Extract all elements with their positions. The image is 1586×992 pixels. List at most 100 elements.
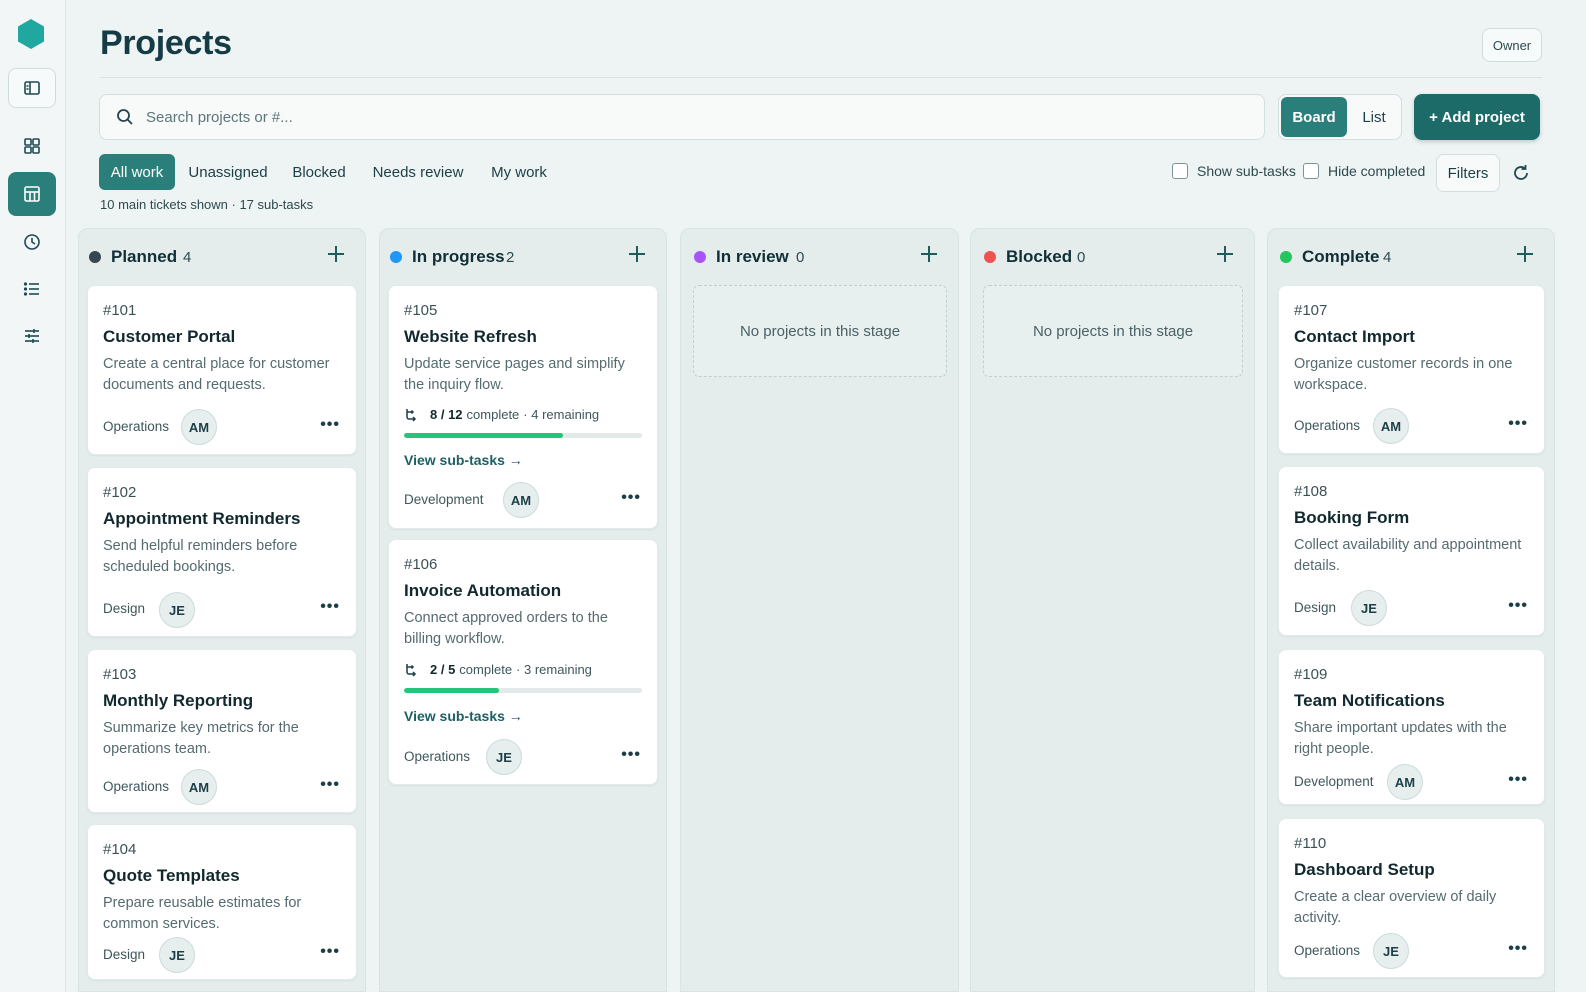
avatar: AM	[181, 769, 217, 805]
logo-icon	[18, 19, 44, 49]
card-description: Prepare reusable estimates for common se…	[103, 895, 302, 932]
sidebar-toggle-icon	[24, 81, 40, 95]
more-options-icon[interactable]: •••	[320, 598, 340, 616]
hide-completed-checkbox[interactable]: Hide completed	[1303, 163, 1425, 179]
show-subtasks-checkbox[interactable]: Show sub-tasks	[1172, 163, 1296, 179]
avatar: AM	[1373, 408, 1409, 444]
add-card-icon[interactable]	[1214, 243, 1236, 265]
search-input[interactable]	[146, 108, 1046, 126]
column-count: 4	[183, 249, 192, 266]
complete-label: complete	[459, 662, 513, 677]
card-description: Organize customer records in one workspa…	[1294, 356, 1513, 393]
sidebar-item-history[interactable]	[8, 222, 56, 262]
card-number: #104	[103, 841, 137, 858]
empty-stage-message: No projects in this stage	[693, 285, 947, 377]
card-team: Design	[1294, 600, 1337, 615]
column-complete: Complete 4 #107 Contact Import Organize …	[1267, 228, 1555, 992]
subtask-progress-text: 2 / 5 complete · 3 remaining	[404, 662, 592, 677]
sidebar-item-settings[interactable]	[8, 316, 56, 356]
view-subtasks-link[interactable]: View sub-tasks →	[404, 708, 523, 724]
card-number: #102	[103, 484, 137, 501]
view-subtasks-link[interactable]: View sub-tasks →	[404, 452, 523, 468]
tab-unassigned[interactable]: Unassigned	[183, 154, 273, 190]
subtask-icon	[406, 663, 417, 677]
avatar: AM	[1387, 764, 1423, 800]
card-description: Connect approved orders to the billing w…	[404, 610, 608, 647]
project-card[interactable]: #106 Invoice Automation Connect approved…	[388, 539, 658, 785]
sidebar-item-dashboard[interactable]	[8, 126, 56, 166]
header-divider	[100, 77, 1542, 78]
checkbox-box[interactable]	[1303, 163, 1319, 179]
column-header: Complete 4	[1268, 245, 1554, 269]
add-card-icon[interactable]	[918, 243, 940, 265]
board-view-button[interactable]: Board	[1281, 97, 1347, 137]
project-card[interactable]: #105 Website Refresh Update service page…	[388, 285, 658, 529]
column-header: In review 0	[681, 245, 958, 269]
card-team: Development	[1294, 774, 1374, 789]
more-options-icon[interactable]: •••	[1508, 597, 1528, 615]
avatar: AM	[503, 482, 539, 518]
tab-needs-review[interactable]: Needs review	[366, 154, 470, 190]
card-number: #110	[1294, 835, 1327, 852]
more-options-icon[interactable]: •••	[320, 943, 340, 961]
project-card[interactable]: #110 Dashboard Setup Create a clear over…	[1278, 818, 1545, 978]
more-options-icon[interactable]: •••	[320, 776, 340, 794]
status-dot	[694, 251, 706, 263]
add-project-button[interactable]: + Add project	[1414, 94, 1540, 140]
project-card[interactable]: #109 Team Notifications Share important …	[1278, 649, 1545, 805]
project-card[interactable]: #104 Quote Templates Prepare reusable es…	[87, 824, 357, 980]
column-in-progress: In progress 2 #105 Website Refresh Updat…	[379, 228, 667, 992]
column-title: In review	[716, 247, 789, 266]
card-title: Contact Import	[1294, 327, 1415, 346]
more-options-icon[interactable]: •••	[1508, 940, 1528, 958]
filters-button[interactable]: Filters	[1436, 154, 1500, 192]
owner-button[interactable]: Owner	[1482, 28, 1542, 62]
tab-my-work[interactable]: My work	[482, 154, 556, 190]
checkbox-box[interactable]	[1172, 163, 1188, 179]
clock-icon	[24, 234, 40, 250]
more-options-icon[interactable]: •••	[320, 416, 340, 434]
refresh-icon[interactable]	[1510, 162, 1532, 184]
project-card[interactable]: #101 Customer Portal Create a central pl…	[87, 285, 357, 455]
column-count: 2	[506, 249, 515, 266]
more-options-icon[interactable]: •••	[1508, 771, 1528, 789]
card-title: Invoice Automation	[404, 581, 562, 600]
card-team: Design	[103, 601, 146, 616]
tab-blocked[interactable]: Blocked	[284, 154, 354, 190]
empty-stage-message: No projects in this stage	[983, 285, 1243, 377]
card-number: #109	[1294, 666, 1328, 683]
card-description: Create a clear overview of daily activit…	[1294, 889, 1497, 926]
list-icon	[23, 282, 39, 296]
list-view-button[interactable]: List	[1349, 97, 1399, 137]
sidebar-item-projects[interactable]	[8, 172, 56, 216]
project-card[interactable]: #108 Booking Form Collect availability a…	[1278, 466, 1545, 636]
card-title: Monthly Reporting	[103, 691, 254, 710]
project-card[interactable]: #103 Monthly Reporting Summarize key met…	[87, 649, 357, 813]
add-card-icon[interactable]	[1514, 243, 1536, 265]
add-card-icon[interactable]	[626, 243, 648, 265]
column-title: Blocked	[1006, 247, 1073, 266]
remaining-label: · 3 remaining	[516, 662, 592, 677]
card-number: #106	[404, 556, 438, 573]
progress-fill	[404, 433, 563, 438]
more-options-icon[interactable]: •••	[1508, 415, 1528, 433]
card-number: #107	[1294, 302, 1328, 319]
more-options-icon[interactable]: •••	[621, 746, 641, 764]
column-count: 4	[1383, 249, 1392, 266]
sidebar-item-list[interactable]	[8, 269, 56, 309]
project-card[interactable]: #107 Contact Import Organize customer re…	[1278, 285, 1545, 454]
card-number: #101	[103, 302, 137, 319]
add-card-icon[interactable]	[325, 243, 347, 265]
column-count: 0	[796, 249, 805, 266]
card-number: #105	[404, 302, 438, 319]
card-team: Operations	[1294, 418, 1361, 433]
tab-all-work[interactable]: All work	[99, 154, 175, 190]
card-number: #103	[103, 666, 137, 683]
card-number: #108	[1294, 483, 1328, 500]
search-bar[interactable]	[99, 94, 1265, 140]
column-in-review: In review 0 No projects in this stage	[680, 228, 959, 992]
status-dot	[984, 251, 996, 263]
sidebar-toggle-button[interactable]	[8, 68, 56, 108]
more-options-icon[interactable]: •••	[621, 489, 641, 507]
project-card[interactable]: #102 Appointment Reminders Send helpful …	[87, 467, 357, 637]
